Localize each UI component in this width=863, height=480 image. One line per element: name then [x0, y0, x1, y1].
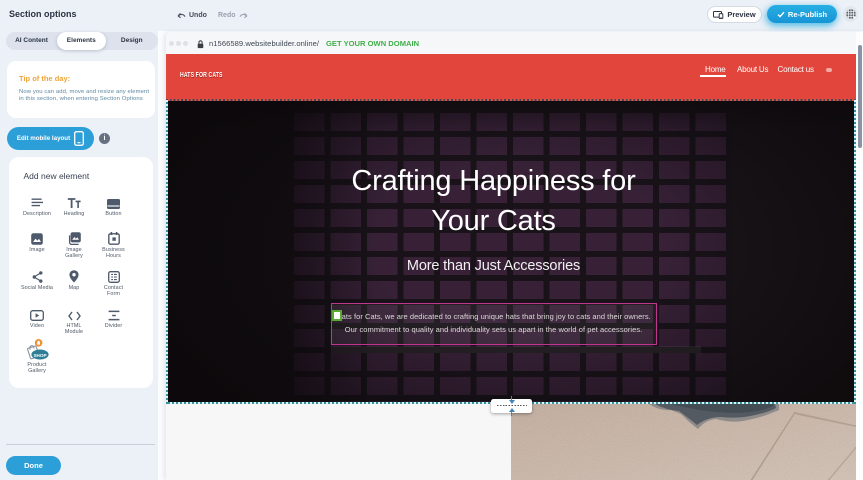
- svg-text:SHOP: SHOP: [33, 353, 46, 358]
